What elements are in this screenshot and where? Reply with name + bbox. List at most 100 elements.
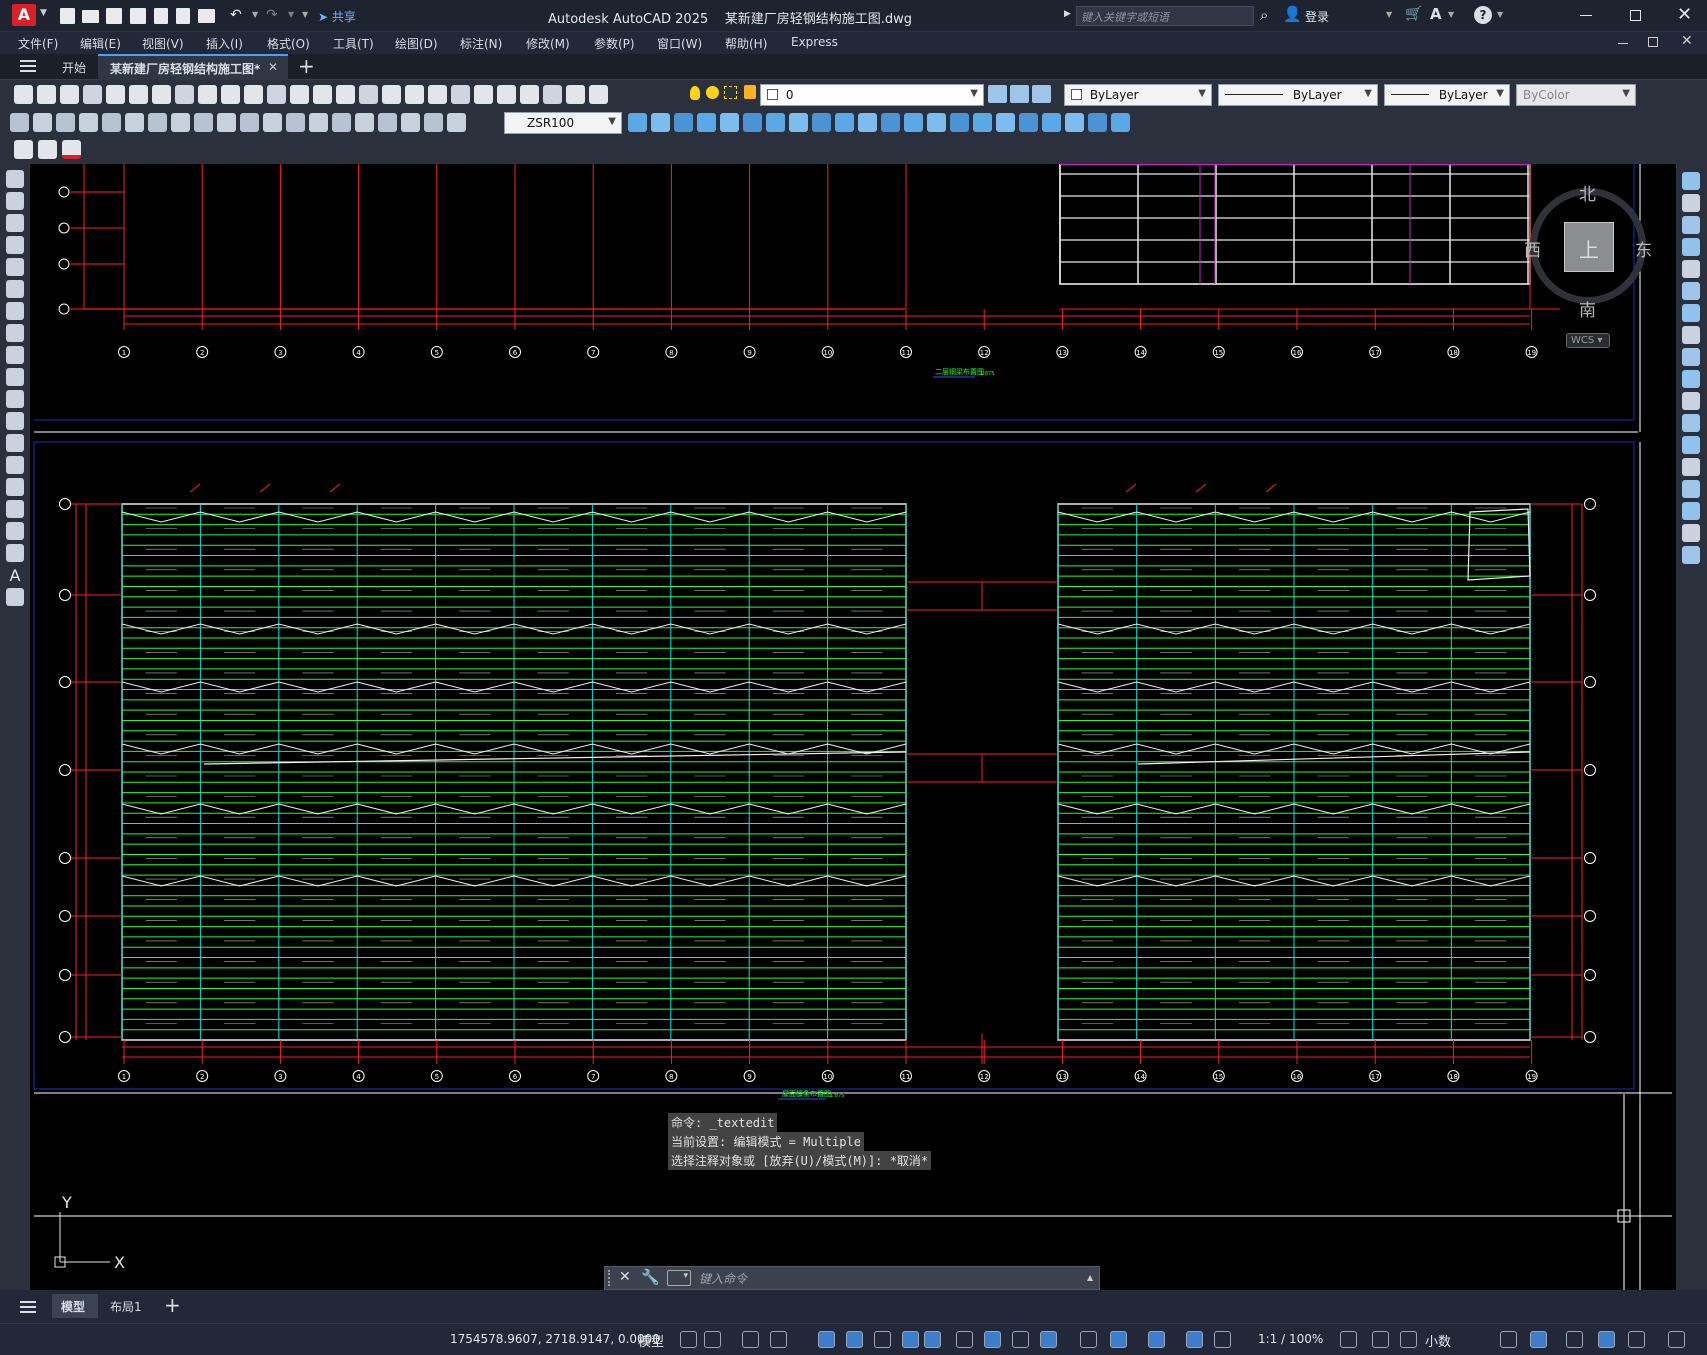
- viewcube-east[interactable]: 东: [1635, 236, 1652, 261]
- rectangle-icon[interactable]: [6, 258, 24, 276]
- web-mobile-icon[interactable]: [176, 8, 190, 24]
- chevron-right-icon[interactable]: ▶: [1064, 9, 1071, 19]
- command-input[interactable]: 键入命令: [699, 1270, 747, 1287]
- continue-icon[interactable]: [240, 113, 259, 132]
- user-icon[interactable]: 👤: [1283, 5, 1302, 23]
- graphics-performance-icon[interactable]: [1598, 1331, 1615, 1348]
- snap-toggle-icon[interactable]: [704, 1331, 721, 1348]
- write-block-icon[interactable]: [62, 140, 81, 159]
- spline-icon[interactable]: [6, 346, 24, 364]
- properties-icon[interactable]: [428, 85, 447, 104]
- erase-icon[interactable]: [766, 113, 785, 132]
- trim-icon[interactable]: [1682, 370, 1700, 388]
- move-icon[interactable]: [1682, 282, 1700, 300]
- insert-block-icon[interactable]: [6, 412, 24, 430]
- mirror-icon[interactable]: [697, 113, 716, 132]
- chevron-down-icon[interactable]: ▼: [288, 10, 294, 19]
- layer-previous-icon[interactable]: [1010, 85, 1029, 103]
- transparency-toggle-icon[interactable]: [984, 1331, 1001, 1348]
- model-space-button[interactable]: 模型: [638, 1331, 664, 1350]
- paste-icon[interactable]: [221, 85, 240, 104]
- scale-icon[interactable]: [1682, 326, 1700, 344]
- save-icon[interactable]: [106, 8, 122, 24]
- offset-icon[interactable]: [720, 113, 739, 132]
- copy-obj-icon[interactable]: [674, 113, 693, 132]
- baseline-icon[interactable]: [217, 113, 236, 132]
- redo-icon[interactable]: ↷: [266, 7, 278, 23]
- chevron-down-icon[interactable]: ▼: [1448, 10, 1454, 19]
- diameter-icon[interactable]: [148, 113, 167, 132]
- menu-help[interactable]: 帮助(H): [725, 35, 767, 52]
- dim-text-edit-icon[interactable]: [424, 113, 443, 132]
- chevron-down-icon[interactable]: ▼: [40, 8, 47, 18]
- open-icon[interactable]: [82, 10, 99, 23]
- break-icon[interactable]: [1682, 436, 1700, 454]
- lock-icon[interactable]: [744, 85, 756, 99]
- workspace-icon[interactable]: [1340, 1331, 1357, 1348]
- linetype-dropdown[interactable]: ByLayer ▼: [1218, 84, 1378, 106]
- chevron-down-icon[interactable]: ▼: [1386, 10, 1392, 19]
- save-as-icon[interactable]: [130, 8, 146, 24]
- print-icon[interactable]: [198, 9, 215, 23]
- chevron-down-icon[interactable]: ▼: [1497, 10, 1503, 19]
- close-tab-icon[interactable]: ✕: [268, 60, 278, 74]
- cad-drawing[interactable]: 1 2 3 4 5 6 7 8 9 10 11 12 13 14 15 16 17 18 19二层钢梁布置图1:87…: [0, 164, 1707, 1290]
- help-icon[interactable]: [566, 85, 585, 104]
- block-editor-icon[interactable]: [267, 85, 286, 104]
- arc-length-icon[interactable]: [56, 113, 75, 132]
- zoom-previous-icon[interactable]: [405, 85, 424, 104]
- infer-constraints-icon[interactable]: [742, 1331, 759, 1348]
- drawing-canvas[interactable]: 1 2 3 4 5 6 7 8 9 10 11 12 13 14 15 16 17 18 19 二层钢梁布置图 1:87…: [0, 164, 1707, 1290]
- radius-icon[interactable]: [102, 113, 121, 132]
- viewcube-west[interactable]: 西: [1524, 236, 1541, 261]
- insert-block-icon[interactable]: [38, 140, 57, 159]
- selection-cycling-icon[interactable]: [1012, 1331, 1029, 1348]
- clean-screen-icon[interactable]: [1628, 1331, 1645, 1348]
- share-button[interactable]: ➤ 共享: [318, 8, 356, 25]
- search-input[interactable]: 键入关键字或短语: [1076, 6, 1254, 26]
- 3d-print-icon[interactable]: [152, 85, 171, 104]
- wcs-menu-button[interactable]: WCS ▾: [1566, 333, 1610, 348]
- center-mark-icon[interactable]: [332, 113, 351, 132]
- customize-icon[interactable]: [1668, 1331, 1685, 1348]
- rotate-icon[interactable]: [789, 113, 808, 132]
- annotation-monitor-icon[interactable]: [1372, 1331, 1389, 1348]
- rotate-icon[interactable]: [1682, 304, 1700, 322]
- lineweight-dropdown[interactable]: ByLayer ▼: [1384, 84, 1510, 106]
- lightbulb-icon[interactable]: [690, 86, 700, 100]
- gizmo-icon[interactable]: [1148, 1331, 1165, 1348]
- doc-restore-button[interactable]: [1648, 37, 1658, 47]
- block-editor-icon[interactable]: [14, 140, 33, 159]
- menu-window[interactable]: 窗口(W): [657, 35, 702, 52]
- extend-icon[interactable]: [1682, 392, 1700, 410]
- jogged-icon[interactable]: [125, 113, 144, 132]
- doc-close-button[interactable]: ✕: [1681, 33, 1693, 49]
- zoom-realtime-icon[interactable]: [359, 85, 378, 104]
- construction-line-icon[interactable]: [6, 192, 24, 210]
- publish-icon[interactable]: [154, 8, 168, 24]
- dimstyle-dropdown[interactable]: ZSR100 ▼: [504, 112, 622, 134]
- angular-icon[interactable]: [171, 113, 190, 132]
- offset-icon[interactable]: [1682, 238, 1700, 256]
- revision-cloud-icon[interactable]: [6, 324, 24, 342]
- chamfer-icon[interactable]: [950, 113, 969, 132]
- explode-icon[interactable]: [1682, 546, 1700, 564]
- polygon-icon[interactable]: [6, 236, 24, 254]
- break-icon[interactable]: [286, 113, 305, 132]
- doc-minimize-button[interactable]: [1618, 43, 1628, 44]
- erase-icon[interactable]: [1682, 172, 1700, 190]
- annotation-scale-button[interactable]: 1:1 / 100%: [1258, 1332, 1323, 1346]
- annotation-visibility-icon[interactable]: [1186, 1331, 1203, 1348]
- menu-insert[interactable]: 插入(I): [206, 35, 243, 52]
- open-icon[interactable]: [37, 85, 56, 104]
- make-block-icon[interactable]: [6, 434, 24, 452]
- hamburger-menu-icon[interactable]: [20, 60, 36, 72]
- quickcalc-icon[interactable]: [543, 85, 562, 104]
- selection-filter-icon[interactable]: [1110, 1331, 1127, 1348]
- chevron-up-icon[interactable]: ▲: [1087, 1273, 1093, 1282]
- mirror-icon[interactable]: [1682, 216, 1700, 234]
- tab-model[interactable]: 模型: [52, 1294, 98, 1318]
- help-icon[interactable]: ?: [1474, 6, 1492, 24]
- tool-palettes-icon[interactable]: [474, 85, 493, 104]
- app-logo-icon[interactable]: A: [12, 4, 36, 26]
